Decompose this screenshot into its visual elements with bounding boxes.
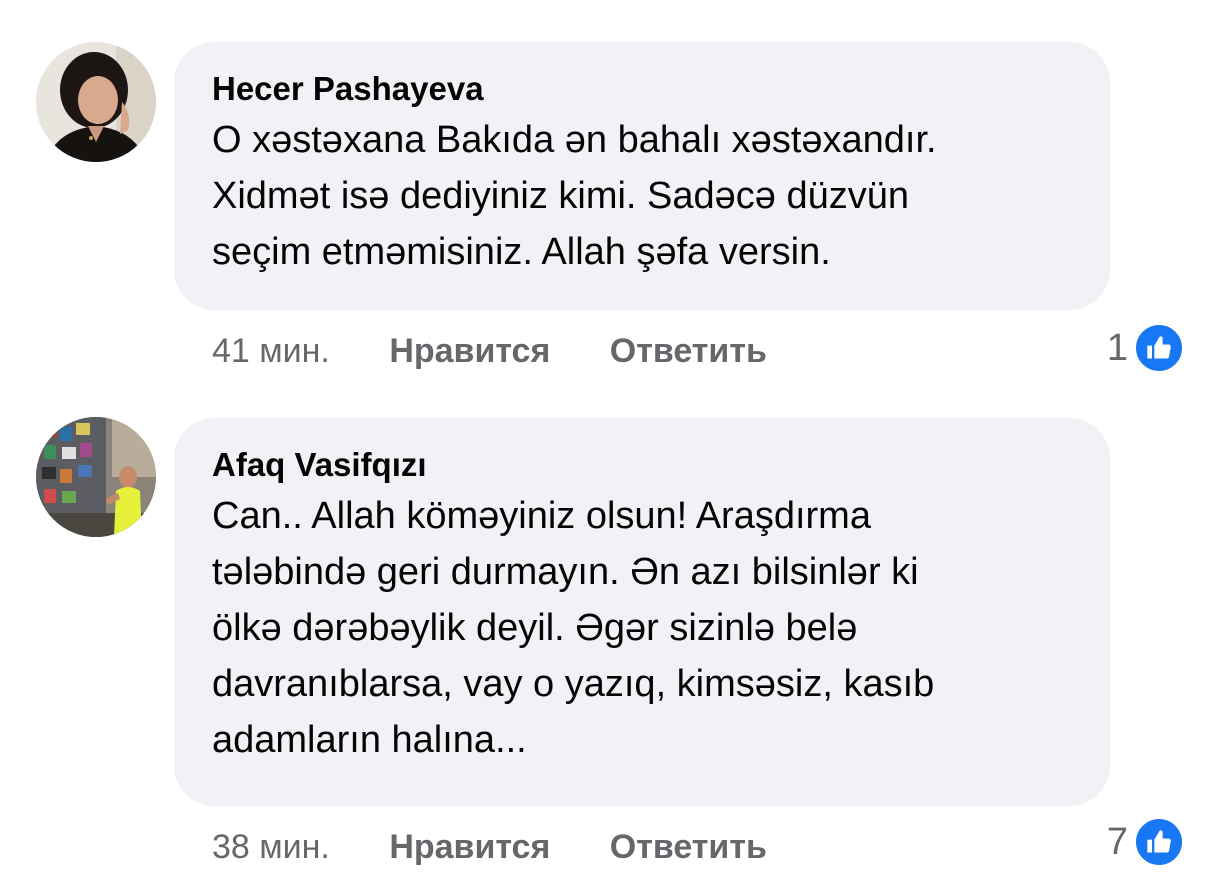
thumbs-up-icon <box>1134 323 1184 373</box>
avatar[interactable] <box>36 42 156 162</box>
like-button[interactable]: Нравится <box>389 331 550 371</box>
comment-text: O xəstəxana Bakıda ən bahalı xəstəxandır… <box>212 119 937 273</box>
avatar[interactable] <box>36 417 156 537</box>
comment-actions: 38 мин. Нравится Ответить <box>212 827 817 867</box>
reaction-count: 7 <box>1106 820 1128 863</box>
comment-timestamp[interactable]: 41 мин. <box>212 331 330 371</box>
reaction-summary[interactable]: 7 <box>1107 816 1184 868</box>
comment-bubble: Hecer Pashayeva O xəstəxana Bakıda ən ba… <box>174 42 1110 310</box>
comment-author[interactable]: Afaq Vasifqızı <box>212 442 1072 488</box>
reaction-count: 1 <box>1106 326 1128 369</box>
comment-text: Can.. Allah köməyiniz olsun! Araşdırma t… <box>212 495 935 761</box>
reply-button[interactable]: Ответить <box>610 331 767 371</box>
avatar-photo-icon <box>36 417 156 537</box>
comment-timestamp[interactable]: 38 мин. <box>212 827 330 867</box>
comment-bubble: Afaq Vasifqızı Can.. Allah köməyiniz ols… <box>174 418 1110 806</box>
comment-author[interactable]: Hecer Pashayeva <box>212 66 1072 112</box>
reply-button[interactable]: Ответить <box>610 827 767 867</box>
comment-actions: 41 мин. Нравится Ответить <box>212 331 817 371</box>
thumbs-up-icon <box>1134 817 1184 867</box>
like-button[interactable]: Нравится <box>389 827 550 867</box>
reaction-summary[interactable]: 1 <box>1107 322 1184 374</box>
avatar-photo-icon <box>36 42 156 162</box>
